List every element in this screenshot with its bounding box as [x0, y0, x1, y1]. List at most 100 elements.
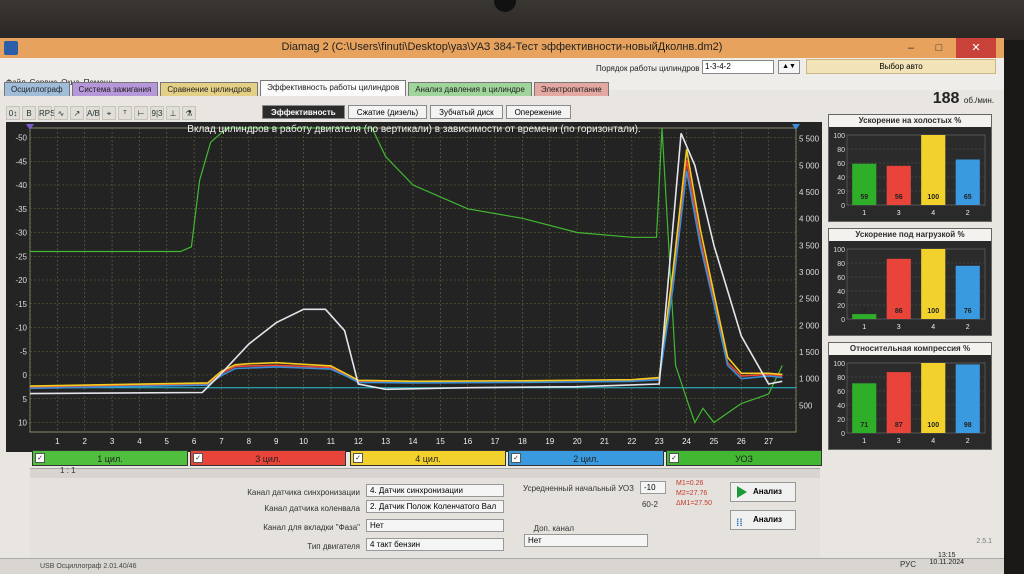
version-label: 2.5.1: [976, 538, 992, 545]
bold-icon[interactable]: B: [22, 106, 36, 120]
window-title: Diamag 2 (C:\Users\finuti\Desktop\уаз\УА…: [281, 41, 723, 53]
firing-order-select[interactable]: 1-3-4-2: [702, 60, 774, 74]
sync-channel-label: Канал датчика синхронизации: [247, 488, 360, 497]
y-left-tick-label: -20: [15, 276, 27, 285]
mini-tick-label: 0: [841, 203, 845, 210]
cursor-icon[interactable]: ⊥: [166, 106, 180, 120]
cylinder-toggle-4[interactable]: ✓ УОЗ: [666, 450, 822, 466]
efficiency-chart[interactable]: Вклад цилиндров в работу двигателя (по в…: [6, 122, 822, 452]
marker-icon[interactable]: ⊢: [134, 106, 148, 120]
mini-chart-idle-svg: 100 80 60 40 20 0 59 1 56 3 100 4 65 2: [833, 133, 986, 217]
firing-order-spinner[interactable]: ▲▼: [778, 60, 800, 74]
minimize-button[interactable]: –: [898, 38, 924, 58]
tab-power-supply[interactable]: Электропитание: [533, 82, 609, 96]
mini-tick-label: 100: [833, 133, 845, 140]
x-tick-label: 10: [299, 437, 308, 446]
subtab-advance[interactable]: Опережение: [505, 105, 571, 119]
tab-ignition[interactable]: Система зажигания: [71, 82, 159, 96]
engine-type-select[interactable]: 4 такт бензин: [366, 538, 504, 551]
y-left-tick-label: -35: [15, 205, 27, 214]
x-tick-label: 22: [627, 437, 636, 446]
nine-icon[interactable]: 9|3: [150, 106, 164, 120]
checkbox-icon[interactable]: ✓: [35, 453, 45, 463]
analyze-button[interactable]: Анализ: [730, 482, 796, 502]
sync-channel-select[interactable]: 4. Датчик синхронизации: [366, 484, 504, 497]
y-left-tick-label: -15: [15, 300, 27, 309]
y-left-tick-label: 5: [23, 395, 28, 404]
line-icon[interactable]: ↗: [70, 106, 84, 120]
mini-bar-category: 2: [966, 210, 970, 217]
checkbox-icon[interactable]: ✓: [193, 453, 203, 463]
mini-bar-category: 1: [862, 438, 866, 445]
engine-type-label: Тип двигателя: [307, 542, 360, 551]
x-tick-label: 17: [491, 437, 500, 446]
subtab-efficiency[interactable]: Эффективность: [262, 105, 345, 119]
mini-tick-label: 40: [837, 175, 845, 182]
fft-icon[interactable]: ᵀ: [118, 106, 132, 120]
avg-advance-input[interactable]: -10: [640, 481, 666, 494]
subtab-compression[interactable]: Сжатие (дизель): [347, 105, 428, 119]
mini-tick-label: 0: [841, 317, 845, 324]
marker-m1: M1=0.26: [676, 480, 704, 487]
cylinder-toggle-0[interactable]: ✓ 1 цил.: [32, 450, 188, 466]
tab-cylinder-efficiency[interactable]: Эффективность работы цилиндров: [260, 80, 407, 96]
filter-icon[interactable]: ⚗: [182, 106, 196, 120]
mini-chart-compression: Относительная компрессия % 100 80 60 40 20 0 7…: [828, 342, 992, 450]
x-tick-label: 8: [247, 437, 252, 446]
mini-bar-value: 100: [927, 422, 939, 429]
crank-channel-select[interactable]: 2. Датчик Полож Коленчатого Вал: [366, 500, 504, 513]
auto-select-button[interactable]: Выбор авто: [806, 59, 996, 74]
y-right-tick-label: 5 500: [799, 135, 820, 144]
x-tick-label: 11: [327, 437, 336, 446]
ab-icon[interactable]: A/B: [86, 106, 100, 120]
mini-chart-load: Ускорение под нагрузкой % 100 80 60 40 20 0 7 1…: [828, 228, 992, 336]
settings-panel: Канал датчика синхронизации 4. Датчик си…: [30, 478, 820, 568]
y-left-tick-label: -25: [15, 252, 27, 261]
checkbox-icon[interactable]: ✓: [353, 453, 363, 463]
wave-icon[interactable]: ∿: [54, 106, 68, 120]
analyze-advanced-button[interactable]: ⁞⁞ Анализ: [730, 510, 796, 530]
clock[interactable]: 13:15 10.11.2024: [929, 552, 964, 566]
x-tick-label: 25: [709, 437, 718, 446]
checkbox-icon[interactable]: ✓: [669, 453, 679, 463]
extra-channel-label: Доп. канал: [533, 524, 574, 533]
tab-oscilloscope[interactable]: Осциллограф: [4, 82, 70, 96]
y-right-tick-label: 1 500: [799, 348, 820, 357]
x-tick-label: 18: [518, 437, 527, 446]
horizontal-scrollbar[interactable]: [30, 468, 820, 478]
checkbox-icon[interactable]: ✓: [511, 453, 521, 463]
mini-bar-value: 76: [964, 308, 972, 315]
cylinder-toggle-2[interactable]: ✓ 4 цил.: [350, 450, 506, 466]
firing-order-label: Порядок работы цилиндров: [596, 64, 700, 73]
status-bar: [0, 558, 1004, 574]
tab-cylinder-compare[interactable]: Сравнение цилиндров: [160, 82, 259, 96]
y-right-tick-label: 4 000: [799, 215, 820, 224]
tray-language[interactable]: РУС: [900, 560, 916, 569]
side-panel: Ускорение на холостых % 100 80 60 40 20 0 59 1 5…: [828, 114, 998, 450]
mini-bar-category: 4: [931, 324, 935, 331]
efficiency-chart-svg[interactable]: -50-45-40-35-30-25-20-15-10-505105 5005 …: [6, 122, 822, 452]
mini-tick-label: 100: [833, 247, 845, 254]
x-tick-label: 2: [82, 437, 87, 446]
x-tick-label: 21: [600, 437, 609, 446]
x-tick-label: 26: [737, 437, 746, 446]
y-left-tick-label: -40: [15, 181, 27, 190]
cylinder-toggle-label: 3 цил.: [255, 454, 281, 464]
mini-bar-category: 2: [966, 438, 970, 445]
maximize-button[interactable]: □: [926, 38, 952, 58]
tab-pressure-analysis[interactable]: Анализ давления в цилиндре: [408, 82, 532, 96]
app-window: Diamag 2 (C:\Users\finuti\Desktop\уаз\УА…: [0, 38, 1004, 574]
close-button[interactable]: ✕: [956, 38, 996, 58]
subtab-gear-disk[interactable]: Зубчатый диск: [430, 105, 503, 119]
mini-bar-value: 71: [860, 422, 868, 429]
y-right-tick-label: 4 500: [799, 188, 820, 197]
scale-icon[interactable]: 0↕: [6, 106, 20, 120]
cylinder-toggle-1[interactable]: ✓ 3 цил.: [190, 450, 346, 466]
rps-icon[interactable]: RPS: [38, 106, 55, 120]
y-right-tick-label: 2 500: [799, 295, 820, 304]
extra-channel-select[interactable]: Нет: [524, 534, 648, 547]
cylinder-toggle-3[interactable]: ✓ 2 цил.: [508, 450, 664, 466]
clock-date: 10.11.2024: [929, 559, 964, 566]
x-tick-label: 27: [764, 437, 773, 446]
tree-icon[interactable]: ⌖: [102, 106, 116, 120]
